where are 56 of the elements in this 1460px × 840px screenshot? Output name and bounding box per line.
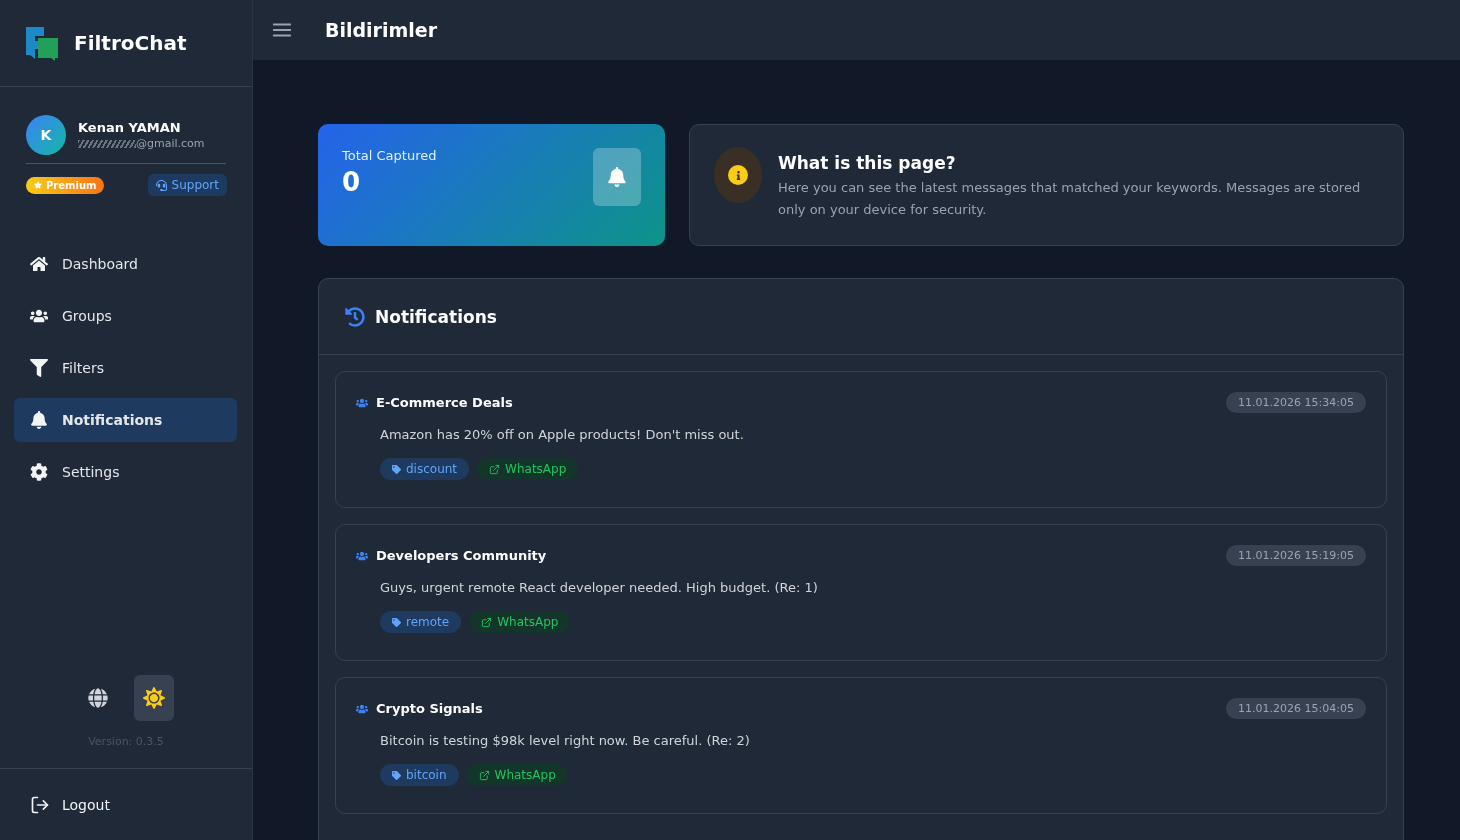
- source-link[interactable]: WhatsApp: [466, 764, 568, 786]
- bell-icon: [593, 148, 641, 206]
- users-icon: [356, 549, 368, 562]
- group-name: E-Commerce Deals: [376, 395, 513, 410]
- stat-label: Total Captured: [342, 148, 437, 163]
- tag-icon: [392, 464, 401, 474]
- timestamp: 11.01.2026 15:04:05: [1226, 698, 1366, 719]
- keyword-tag: discount: [380, 458, 470, 480]
- globe-icon: [88, 688, 108, 708]
- user-avatar: K: [26, 115, 66, 155]
- stat-value: 0: [342, 167, 362, 197]
- headset-icon: [155, 179, 167, 191]
- keyword-tag: bitcoin: [380, 764, 459, 786]
- timestamp: 11.01.2026 15:19:05: [1226, 545, 1366, 566]
- user-name: Kenan YAMAN: [78, 120, 182, 135]
- users-icon: [356, 396, 368, 409]
- home-icon: [30, 255, 48, 273]
- support-button[interactable]: Support: [147, 174, 227, 196]
- theme-toggle-button[interactable]: [134, 675, 174, 721]
- message-text: Amazon has 20% off on Apple products! Don't miss out.: [380, 427, 745, 442]
- bell-icon: [30, 411, 48, 429]
- page-title: Bildirimler: [325, 19, 438, 41]
- logout-icon: [30, 794, 50, 815]
- brand-name: FiltroChat: [74, 31, 187, 55]
- sun-icon: [143, 687, 165, 709]
- users-icon: [30, 307, 48, 325]
- nav-item[interactable]: Groups: [14, 294, 237, 338]
- panel-title: Notifications: [375, 306, 497, 327]
- message-text: Bitcoin is testing $98k level right now. Be careful. (Re: 2): [380, 733, 751, 748]
- info-title: What is this page?: [778, 153, 957, 173]
- premium-badge: Premium: [26, 176, 105, 194]
- filter-icon: [30, 359, 48, 377]
- message-text: Guys, urgent remote React developer needed. High budget. (Re: 1): [380, 580, 819, 595]
- nav-item[interactable]: Settings: [14, 450, 237, 494]
- nav-item[interactable]: Dashboard: [14, 242, 237, 286]
- info-icon: [714, 147, 762, 203]
- nav-item[interactable]: Filters: [14, 346, 237, 390]
- tag-icon: [392, 617, 401, 627]
- source-link[interactable]: WhatsApp: [469, 611, 571, 633]
- redaction-scribble: [78, 139, 136, 148]
- logout-link[interactable]: Logout: [30, 794, 110, 815]
- user-email: @gmail.com: [136, 137, 205, 150]
- group-name: Crypto Signals: [376, 701, 483, 716]
- group-name: Developers Community: [376, 548, 547, 563]
- timestamp: 11.01.2026 15:34:05: [1226, 392, 1366, 413]
- info-text: Here you can see the latest messages that matched your keywords. Messages are stored only on your device for security.: [778, 179, 1362, 219]
- users-icon: [356, 702, 368, 715]
- settings-icon: [30, 463, 48, 481]
- external-link-icon: [481, 616, 493, 628]
- source-link[interactable]: WhatsApp: [477, 458, 579, 480]
- history-icon: [345, 306, 365, 327]
- tag-icon: [392, 770, 401, 780]
- external-link-icon: [489, 463, 501, 475]
- external-link-icon: [478, 769, 490, 781]
- nav-item[interactable]: Notifications: [14, 398, 237, 442]
- keyword-tag: remote: [380, 611, 462, 633]
